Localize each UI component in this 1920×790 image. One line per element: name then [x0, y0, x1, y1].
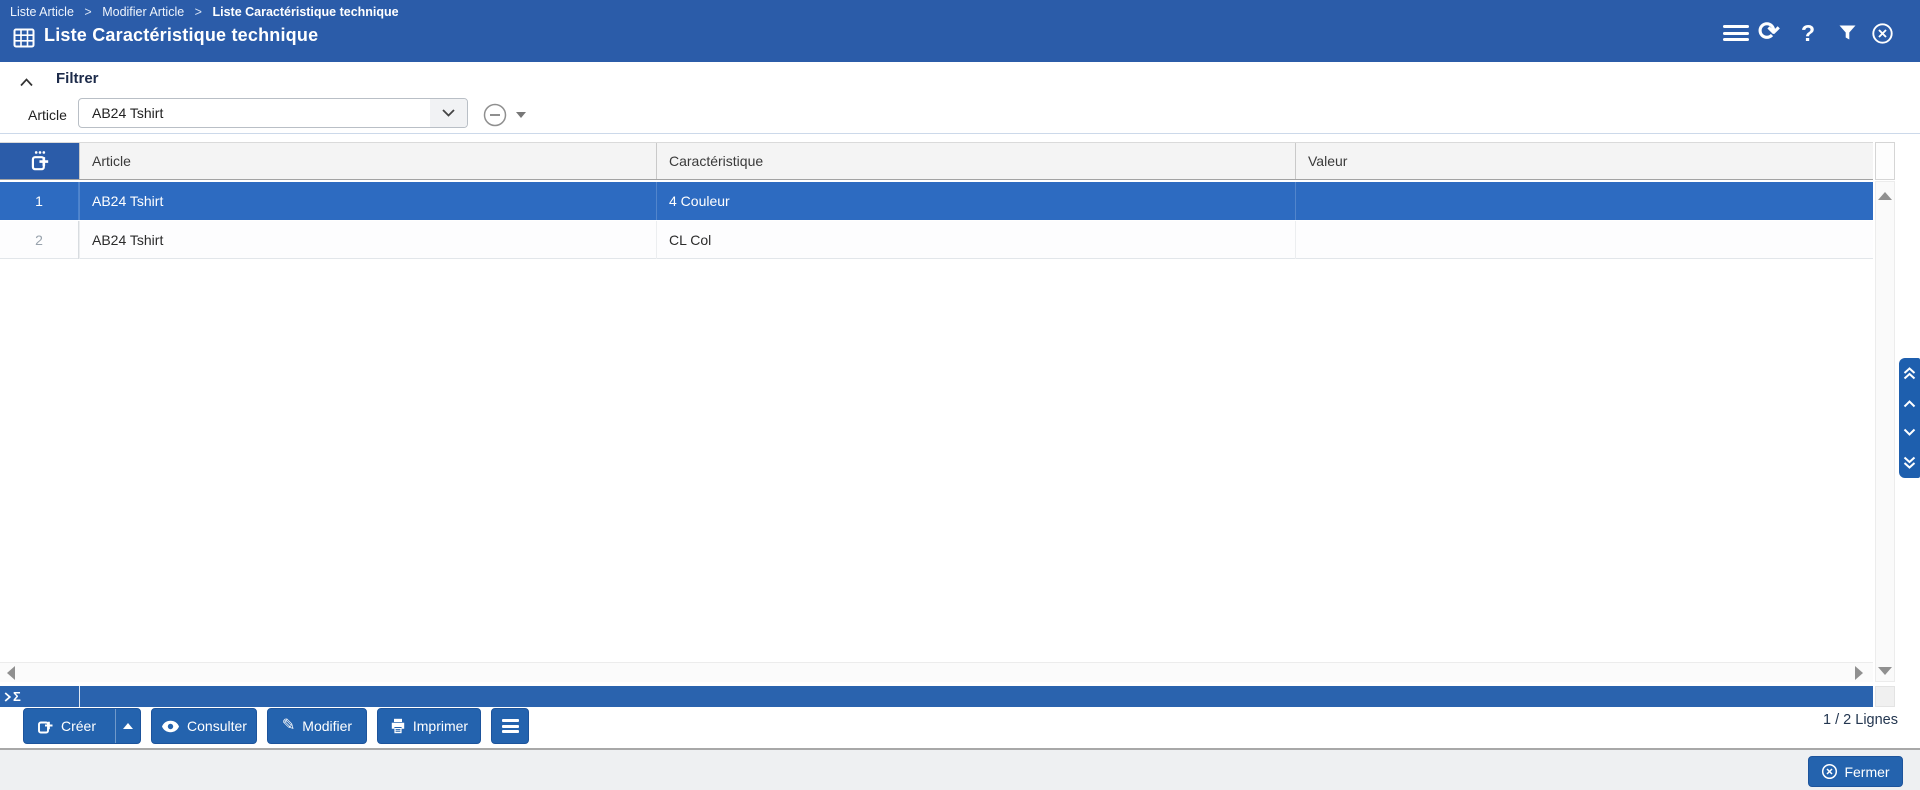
eye-icon [161, 720, 180, 733]
cell-valeur [1295, 182, 1873, 220]
go-first-icon[interactable] [1903, 367, 1916, 380]
cell-article: AB24 Tshirt [79, 221, 656, 259]
filter-panel: Filtrer Article AB24 Tshirt [0, 62, 1920, 134]
more-actions-button[interactable] [491, 708, 529, 744]
scroll-down-arrow-icon[interactable] [1878, 667, 1892, 675]
menu-icon [502, 717, 519, 736]
edit-button-label: Modifier [302, 718, 352, 734]
close-window-icon[interactable] [1871, 22, 1894, 50]
print-button[interactable]: Imprimer [377, 708, 481, 744]
row-count-label: 1 / 2 Lignes [1823, 712, 1898, 728]
cell-caracteristique: 4 Couleur [656, 182, 1295, 220]
table-grid-icon [13, 27, 35, 49]
app-window: Liste Article > Modifier Article > Liste… [0, 0, 1920, 790]
scrollbar-header-spacer [1875, 142, 1895, 180]
close-circle-icon [1821, 763, 1838, 780]
page-title: Liste Caractéristique technique [44, 25, 318, 46]
row-navigation-pill [1899, 358, 1920, 478]
refresh-icon[interactable]: ⟳ [1758, 17, 1780, 45]
cell-valeur [1295, 221, 1873, 259]
column-header-caracteristique[interactable]: Caractéristique [656, 143, 1295, 179]
scroll-up-arrow-icon[interactable] [1878, 192, 1892, 200]
filter-section-title: Filtrer [56, 70, 99, 87]
chevron-right-icon [4, 692, 11, 702]
create-button-label: Créer [61, 718, 96, 734]
filter-options-caret-icon[interactable] [516, 112, 526, 118]
column-header-article[interactable]: Article [79, 143, 656, 179]
printer-icon [390, 718, 406, 734]
chevron-down-icon[interactable] [430, 99, 467, 127]
vertical-scrollbar [1875, 142, 1895, 682]
breadcrumb-separator: > [84, 5, 91, 19]
go-next-icon[interactable] [1903, 428, 1916, 436]
breadcrumb-item-liste-article[interactable]: Liste Article [10, 5, 74, 19]
menu-icon[interactable] [1723, 25, 1749, 41]
table-header-row: Article Caractéristique Valeur [0, 142, 1873, 180]
breadcrumb-item-modifier-article[interactable]: Modifier Article [102, 5, 184, 19]
filter-funnel-icon[interactable] [1837, 23, 1858, 48]
create-dropdown-arrow[interactable] [115, 709, 140, 743]
pencil-icon: ✎ [282, 718, 295, 734]
scrollbar-corner [1875, 686, 1895, 707]
clear-filter-minus-icon[interactable] [482, 102, 508, 128]
view-button-label: Consulter [187, 718, 247, 734]
cell-article: AB24 Tshirt [79, 182, 656, 220]
create-plus-icon [36, 717, 54, 735]
go-previous-icon[interactable] [1903, 400, 1916, 408]
table-row-selected[interactable]: 1 AB24 Tshirt 4 Couleur [0, 182, 1873, 220]
sigma-label: Σ [13, 689, 21, 704]
vertical-scrollbar-track[interactable] [1875, 181, 1895, 682]
column-header-valeur[interactable]: Valeur [1295, 143, 1873, 179]
scroll-left-arrow-icon[interactable] [7, 666, 15, 680]
help-icon[interactable]: ? [1801, 20, 1815, 46]
totals-bar: Σ [0, 686, 1873, 707]
caret-up-icon [123, 723, 133, 729]
totals-bar-divider [79, 686, 80, 707]
print-button-label: Imprimer [413, 718, 468, 734]
cell-caracteristique: CL Col [656, 221, 1295, 259]
close-button-label: Fermer [1844, 764, 1889, 780]
close-button[interactable]: Fermer [1808, 756, 1903, 787]
view-button[interactable]: Consulter [151, 708, 257, 744]
horizontal-scrollbar[interactable] [0, 662, 1873, 682]
footer-bar: Fermer [0, 748, 1920, 790]
edit-button[interactable]: ✎ Modifier [267, 708, 367, 744]
breadcrumb: Liste Article > Modifier Article > Liste… [10, 5, 399, 19]
row-number: 2 [0, 221, 79, 259]
top-header: Liste Article > Modifier Article > Liste… [0, 0, 1920, 62]
row-number: 1 [0, 182, 79, 220]
scroll-right-arrow-icon[interactable] [1855, 666, 1863, 680]
breadcrumb-item-current: Liste Caractéristique technique [212, 5, 398, 19]
add-row-corner-button[interactable] [0, 143, 79, 179]
article-field-label: Article [28, 100, 67, 130]
table-row[interactable]: 2 AB24 Tshirt CL Col [0, 221, 1873, 259]
collapse-chevron-icon[interactable] [20, 74, 33, 92]
go-last-icon[interactable] [1903, 456, 1916, 469]
breadcrumb-separator: > [195, 5, 202, 19]
sigma-toggle[interactable]: Σ [4, 686, 21, 707]
article-combobox[interactable]: AB24 Tshirt [78, 98, 468, 128]
create-button[interactable]: Créer [23, 708, 141, 744]
article-combobox-value: AB24 Tshirt [92, 99, 163, 127]
